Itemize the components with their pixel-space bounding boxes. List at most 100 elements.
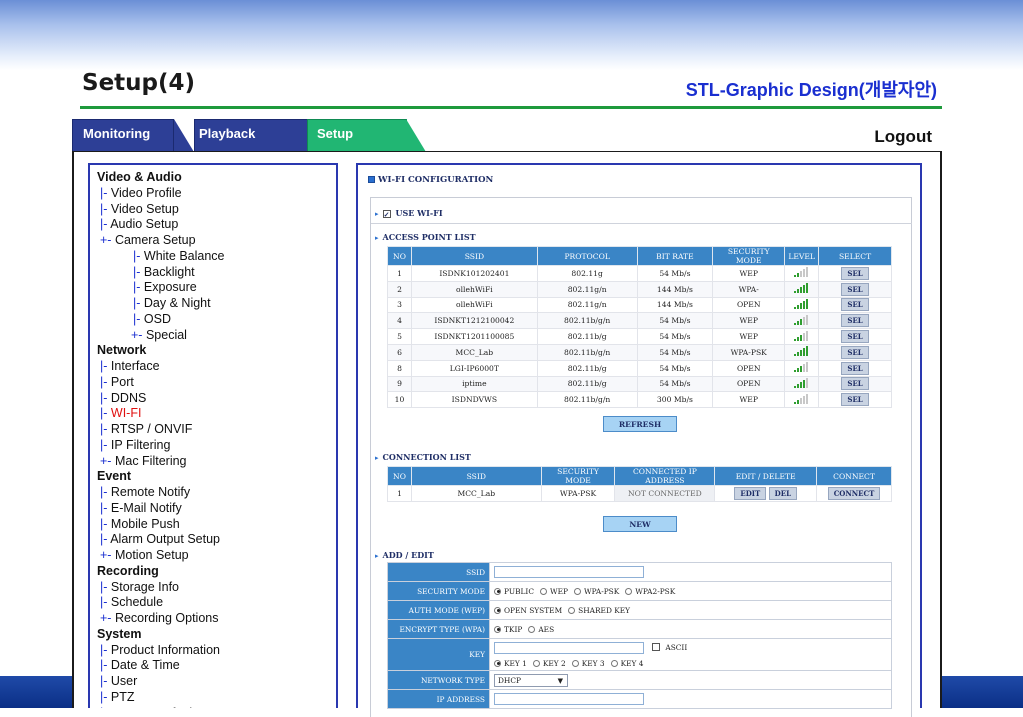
radio-button[interactable] [494,606,501,614]
sidebar-item[interactable]: |- Storage Info [97,580,336,596]
key-index-option[interactable]: KEY 3 [571,659,605,668]
sidebar-item[interactable]: |- Interface [97,359,336,375]
cell-ssid: MCC_Lab [410,343,538,361]
new-button[interactable]: NEW [603,516,677,532]
sidebar-group-heading[interactable]: System [97,627,336,643]
ip-address-input[interactable] [494,693,644,705]
radio-button[interactable] [573,587,581,595]
tab-setup[interactable]: Setup [307,119,407,152]
radio-button[interactable] [625,587,633,595]
sidebar-item[interactable]: +- Camera Setup [97,233,336,249]
sidebar-item[interactable]: |- User [97,674,336,690]
sidebar-item[interactable]: |- Date & Time [97,658,336,674]
sidebar-item[interactable]: |- Mobile Push [97,517,336,533]
radio-button[interactable] [532,659,540,667]
select-button[interactable]: SEL [841,266,869,280]
sidebar-item[interactable]: |- Product Information [97,643,336,659]
key-input[interactable] [494,641,644,654]
tree-prefix: |- [133,280,141,295]
sidebar-item[interactable]: |- IP Filtering [97,438,336,454]
sidebar-group-heading[interactable]: Network [97,343,336,359]
select-button[interactable]: SEL [841,282,869,296]
sidebar-item[interactable]: |- E-Mail Notify [97,501,336,517]
column-header: SSID [410,246,538,266]
sidebar-item[interactable]: |- RTSP / ONVIF [97,422,336,438]
sidebar-group-heading[interactable]: Event [97,469,336,485]
sidebar-item[interactable]: |- WI-FI [97,406,336,422]
sidebar-item[interactable]: |- White Balance [97,249,336,265]
sidebar-item[interactable]: |- Schedule [97,595,336,611]
sidebar-item[interactable]: |- DDNS [97,391,336,407]
auth-mode-option[interactable]: OPEN SYSTEM [494,606,562,615]
edit-button[interactable]: EDIT [734,486,767,500]
auth-mode-option[interactable]: SHARED KEY [568,606,630,615]
use-wifi-checkbox[interactable]: ✓ [382,210,391,218]
refresh-button[interactable]: REFRESH [603,416,677,432]
select-button[interactable]: SEL [841,377,869,391]
cell-select: SEL [818,343,892,361]
column-header: NO [387,246,412,266]
radio-button[interactable] [528,625,536,633]
sidebar-item[interactable]: |- Alarm Output Setup [97,532,336,548]
select-button[interactable]: SEL [841,345,869,359]
key-index-option[interactable]: KEY 4 [610,659,643,668]
delete-button[interactable]: DEL [768,486,797,500]
security-mode-option[interactable]: WPA-PSK [573,587,619,596]
signal-bar [802,300,805,309]
select-button[interactable]: SEL [841,330,869,344]
sidebar-item-label: Audio Setup [110,217,179,232]
sidebar-item[interactable]: |- Port [97,375,336,391]
sidebar-item-label: OSD [143,311,171,326]
sidebar-item[interactable]: |- OSD [97,312,336,328]
logout-link[interactable]: Logout [874,127,932,147]
radio-button[interactable] [494,625,501,633]
sidebar-item-label: Recording Options [114,611,219,625]
signal-bar [799,271,802,278]
cell-ip: NOT CONNECTED [614,485,716,502]
sidebar-group-heading[interactable]: Recording [97,564,336,580]
signal-bar [796,399,799,404]
encrypt-type-option[interactable]: TKIP [494,625,522,634]
arrow-right-icon: ▸ [375,551,379,560]
ascii-checkbox[interactable] [652,642,661,651]
security-mode-option[interactable]: PUBLIC [494,587,534,596]
radio-button[interactable] [610,659,618,667]
cell-rate: 54 Mb/s [636,375,714,393]
signal-strength-icon [793,298,810,309]
sidebar-item[interactable]: |- Day & Night [97,296,336,312]
sidebar-item[interactable]: |- Backlight [97,265,336,281]
select-button[interactable]: SEL [841,361,869,375]
sidebar-item[interactable]: |- Exposure [97,280,336,296]
sidebar-item[interactable]: +- Recording Options [97,611,336,627]
sidebar-item[interactable]: |- Video Profile [97,186,336,202]
title-divider [80,106,942,109]
select-button[interactable]: SEL [841,314,869,328]
sidebar-item[interactable]: |- Audio Setup [97,217,336,233]
cell-ssid: ollehWiFi [410,280,538,298]
radio-button[interactable] [571,659,579,667]
key-index-option[interactable]: KEY 1 [494,659,527,668]
sidebar-group-heading[interactable]: Video & Audio [97,170,336,186]
security-mode-option[interactable]: WPA2-PSK [625,587,675,596]
cell-select: SEL [818,296,892,314]
sidebar-item[interactable]: |- PTZ [97,690,336,706]
sidebar-item[interactable]: |- Video Setup [97,202,336,218]
sidebar-item[interactable]: +- Motion Setup [97,548,336,564]
ssid-input[interactable] [494,566,644,578]
sidebar-item[interactable]: +- Special [97,328,336,344]
tab-monitoring[interactable]: Monitoring [72,119,174,152]
radio-button[interactable] [494,587,501,595]
cell-rate: 144 Mb/s [636,296,714,314]
radio-button[interactable] [568,606,576,614]
select-button[interactable]: SEL [841,393,869,407]
radio-button[interactable] [494,659,501,667]
network-type-select[interactable]: DHCP ▼ [494,673,568,687]
sidebar-item[interactable]: +- Mac Filtering [97,454,336,470]
key-index-option[interactable]: KEY 2 [532,659,566,668]
connect-button[interactable]: CONNECT [827,486,881,500]
security-mode-option[interactable]: WEP [540,587,568,596]
encrypt-type-option[interactable]: AES [528,625,554,634]
sidebar-item[interactable]: |- Remote Notify [97,485,336,501]
radio-button[interactable] [540,587,547,595]
select-button[interactable]: SEL [841,298,869,312]
